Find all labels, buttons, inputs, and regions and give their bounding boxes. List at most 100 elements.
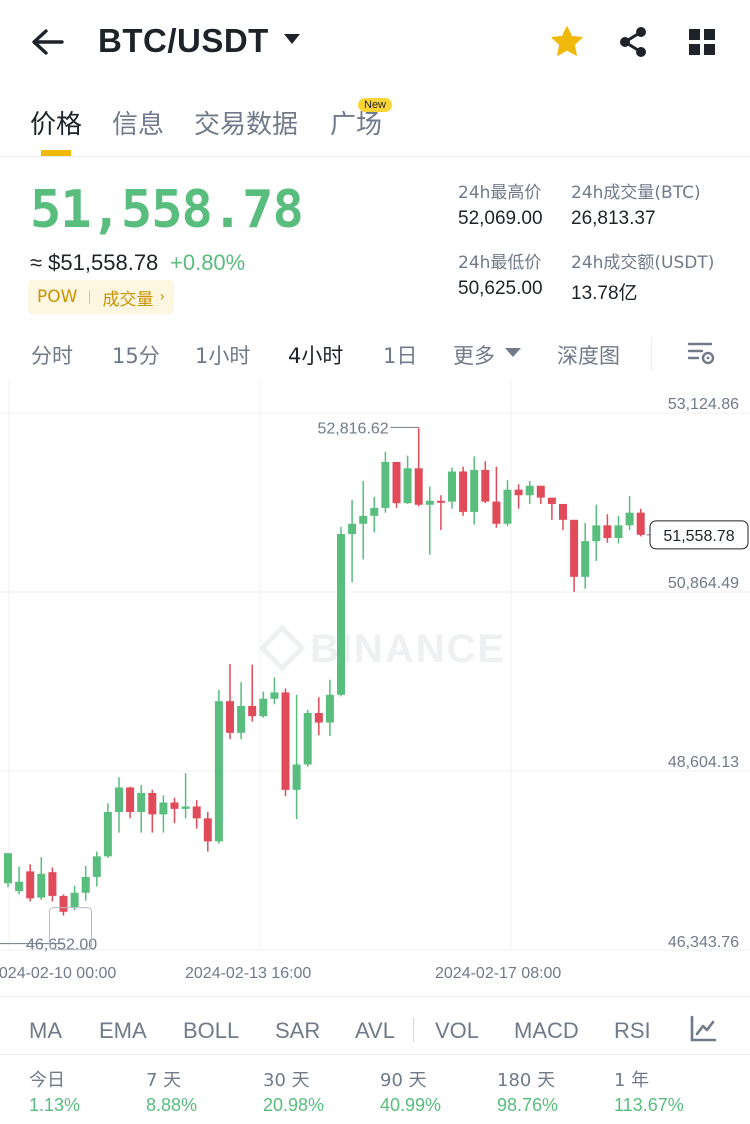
min-price-label: 46,652.00 <box>26 937 97 954</box>
indicator-boll[interactable]: BOLL <box>183 1018 239 1044</box>
share-button[interactable] <box>616 24 652 60</box>
candle-body <box>514 489 523 496</box>
x-tick-label: 2024-02-13 16:00 <box>185 965 311 982</box>
indicator-avl[interactable]: AVL <box>355 1018 395 1044</box>
candle-body <box>48 872 57 896</box>
pair-selector[interactable]: BTC/USDT <box>98 22 269 60</box>
indicator-rsi[interactable]: RSI <box>614 1018 651 1044</box>
stat-24h-high-value: 52,069.00 <box>458 208 543 229</box>
back-button[interactable] <box>22 22 72 62</box>
stat-24h-low-value: 50,625.00 <box>458 278 543 299</box>
candle-body <box>15 881 24 892</box>
indicator-macd[interactable]: MACD <box>514 1018 579 1044</box>
candle-body <box>525 485 534 496</box>
interval-1d[interactable]: 1日 <box>383 340 417 370</box>
stat-24h-vol-btc-label: 24h成交量(BTC) <box>571 183 701 203</box>
y-tick-label: 46,343.76 <box>668 934 739 951</box>
interval-1h[interactable]: 1小时 <box>195 340 250 370</box>
candle-body <box>547 497 556 504</box>
candle-body <box>303 713 312 765</box>
candle-body <box>259 698 268 717</box>
candle-body <box>559 503 567 520</box>
candle-body <box>625 512 634 526</box>
candle-body <box>103 812 112 857</box>
chevron-down-icon[interactable] <box>284 34 300 44</box>
candle-body <box>603 525 612 539</box>
candle-body <box>359 515 368 524</box>
candle-body <box>381 461 390 508</box>
perf-value: 20.98% <box>263 1095 325 1115</box>
candle-body <box>370 507 379 516</box>
perf-label: 1 年 <box>614 1070 650 1091</box>
caret-down-icon[interactable] <box>505 348 521 357</box>
candle-body <box>614 525 623 539</box>
indicator-vol[interactable]: VOL <box>435 1018 479 1044</box>
candle-body <box>126 787 135 813</box>
candle-body <box>481 469 490 502</box>
perf-label: 30 天 <box>263 1070 310 1091</box>
perf-value: 1.13% <box>29 1095 81 1115</box>
candle-body <box>414 468 423 505</box>
tab-trade-data[interactable]: 交易数据 <box>194 104 298 141</box>
candle-body <box>159 802 168 815</box>
price-change-percent: +0.80% <box>170 250 246 275</box>
candle-body <box>92 856 101 877</box>
star-icon <box>551 26 583 56</box>
perf-label: 180 天 <box>497 1070 556 1091</box>
candle-body <box>292 764 301 790</box>
candle-body <box>270 692 279 699</box>
candle-body <box>425 500 434 505</box>
candle-body <box>148 793 157 815</box>
tab-info[interactable]: 信息 <box>112 104 164 141</box>
candle-body <box>115 787 123 813</box>
divider <box>0 996 750 997</box>
indicator-chart-icon <box>690 1015 717 1042</box>
y-tick-label: 48,604.13 <box>668 754 739 771</box>
candle-body <box>503 489 512 524</box>
candle-body <box>459 471 468 512</box>
y-tick-label: 53,124.86 <box>668 396 739 413</box>
watermark-logo <box>258 624 306 672</box>
candle-body <box>26 871 35 899</box>
perf-label: 7 天 <box>146 1070 182 1091</box>
candle-body <box>226 701 234 733</box>
new-badge: New <box>358 98 393 112</box>
favorite-button[interactable] <box>549 24 585 60</box>
stat-24h-vol-btc-value: 26,813.37 <box>571 208 656 229</box>
candle-body <box>348 523 357 535</box>
candlestick-chart[interactable]: BINANCE 52,816.6246,652.0051,558.78 53,1… <box>0 380 750 996</box>
candle-body <box>170 802 179 809</box>
indicator-ema[interactable]: EMA <box>99 1018 147 1044</box>
divider <box>0 156 750 157</box>
interval-more[interactable]: 更多 <box>453 340 495 370</box>
divider <box>0 1054 750 1055</box>
candle-body <box>536 485 545 498</box>
indicator-settings-button[interactable] <box>688 1014 718 1044</box>
max-price-label: 52,816.62 <box>318 420 389 437</box>
interval-4h[interactable]: 4小时 <box>288 340 343 370</box>
candle-body <box>581 541 590 577</box>
candle-body <box>214 701 223 842</box>
perf-value: 40.99% <box>380 1095 442 1115</box>
tag-pill[interactable]: POW 成交量 › <box>28 280 175 314</box>
stat-24h-low-label: 24h最低价 <box>458 253 542 273</box>
candle-body <box>403 468 412 504</box>
candle-body <box>436 500 445 503</box>
indicator-sar[interactable]: SAR <box>275 1018 320 1044</box>
more-menu-button[interactable] <box>684 24 720 60</box>
candle-body <box>314 713 323 723</box>
indicator-ma[interactable]: MA <box>29 1018 62 1044</box>
candle-body <box>203 818 212 842</box>
back-arrow-icon <box>32 29 64 55</box>
candle-body <box>592 525 601 542</box>
tag-pow: POW <box>37 287 78 307</box>
depth-chart-tab[interactable]: 深度图 <box>557 340 620 370</box>
perf-label: 今日 <box>29 1070 65 1091</box>
interval-15m[interactable]: 15分 <box>112 340 160 370</box>
chart-settings-button[interactable] <box>686 338 716 368</box>
tag-separator <box>89 290 91 304</box>
perf-value: 98.76% <box>497 1095 559 1115</box>
interval-time[interactable]: 分时 <box>31 340 73 370</box>
tab-price[interactable]: 价格 <box>30 104 82 141</box>
last-price-tag: 51,558.78 <box>663 528 734 545</box>
